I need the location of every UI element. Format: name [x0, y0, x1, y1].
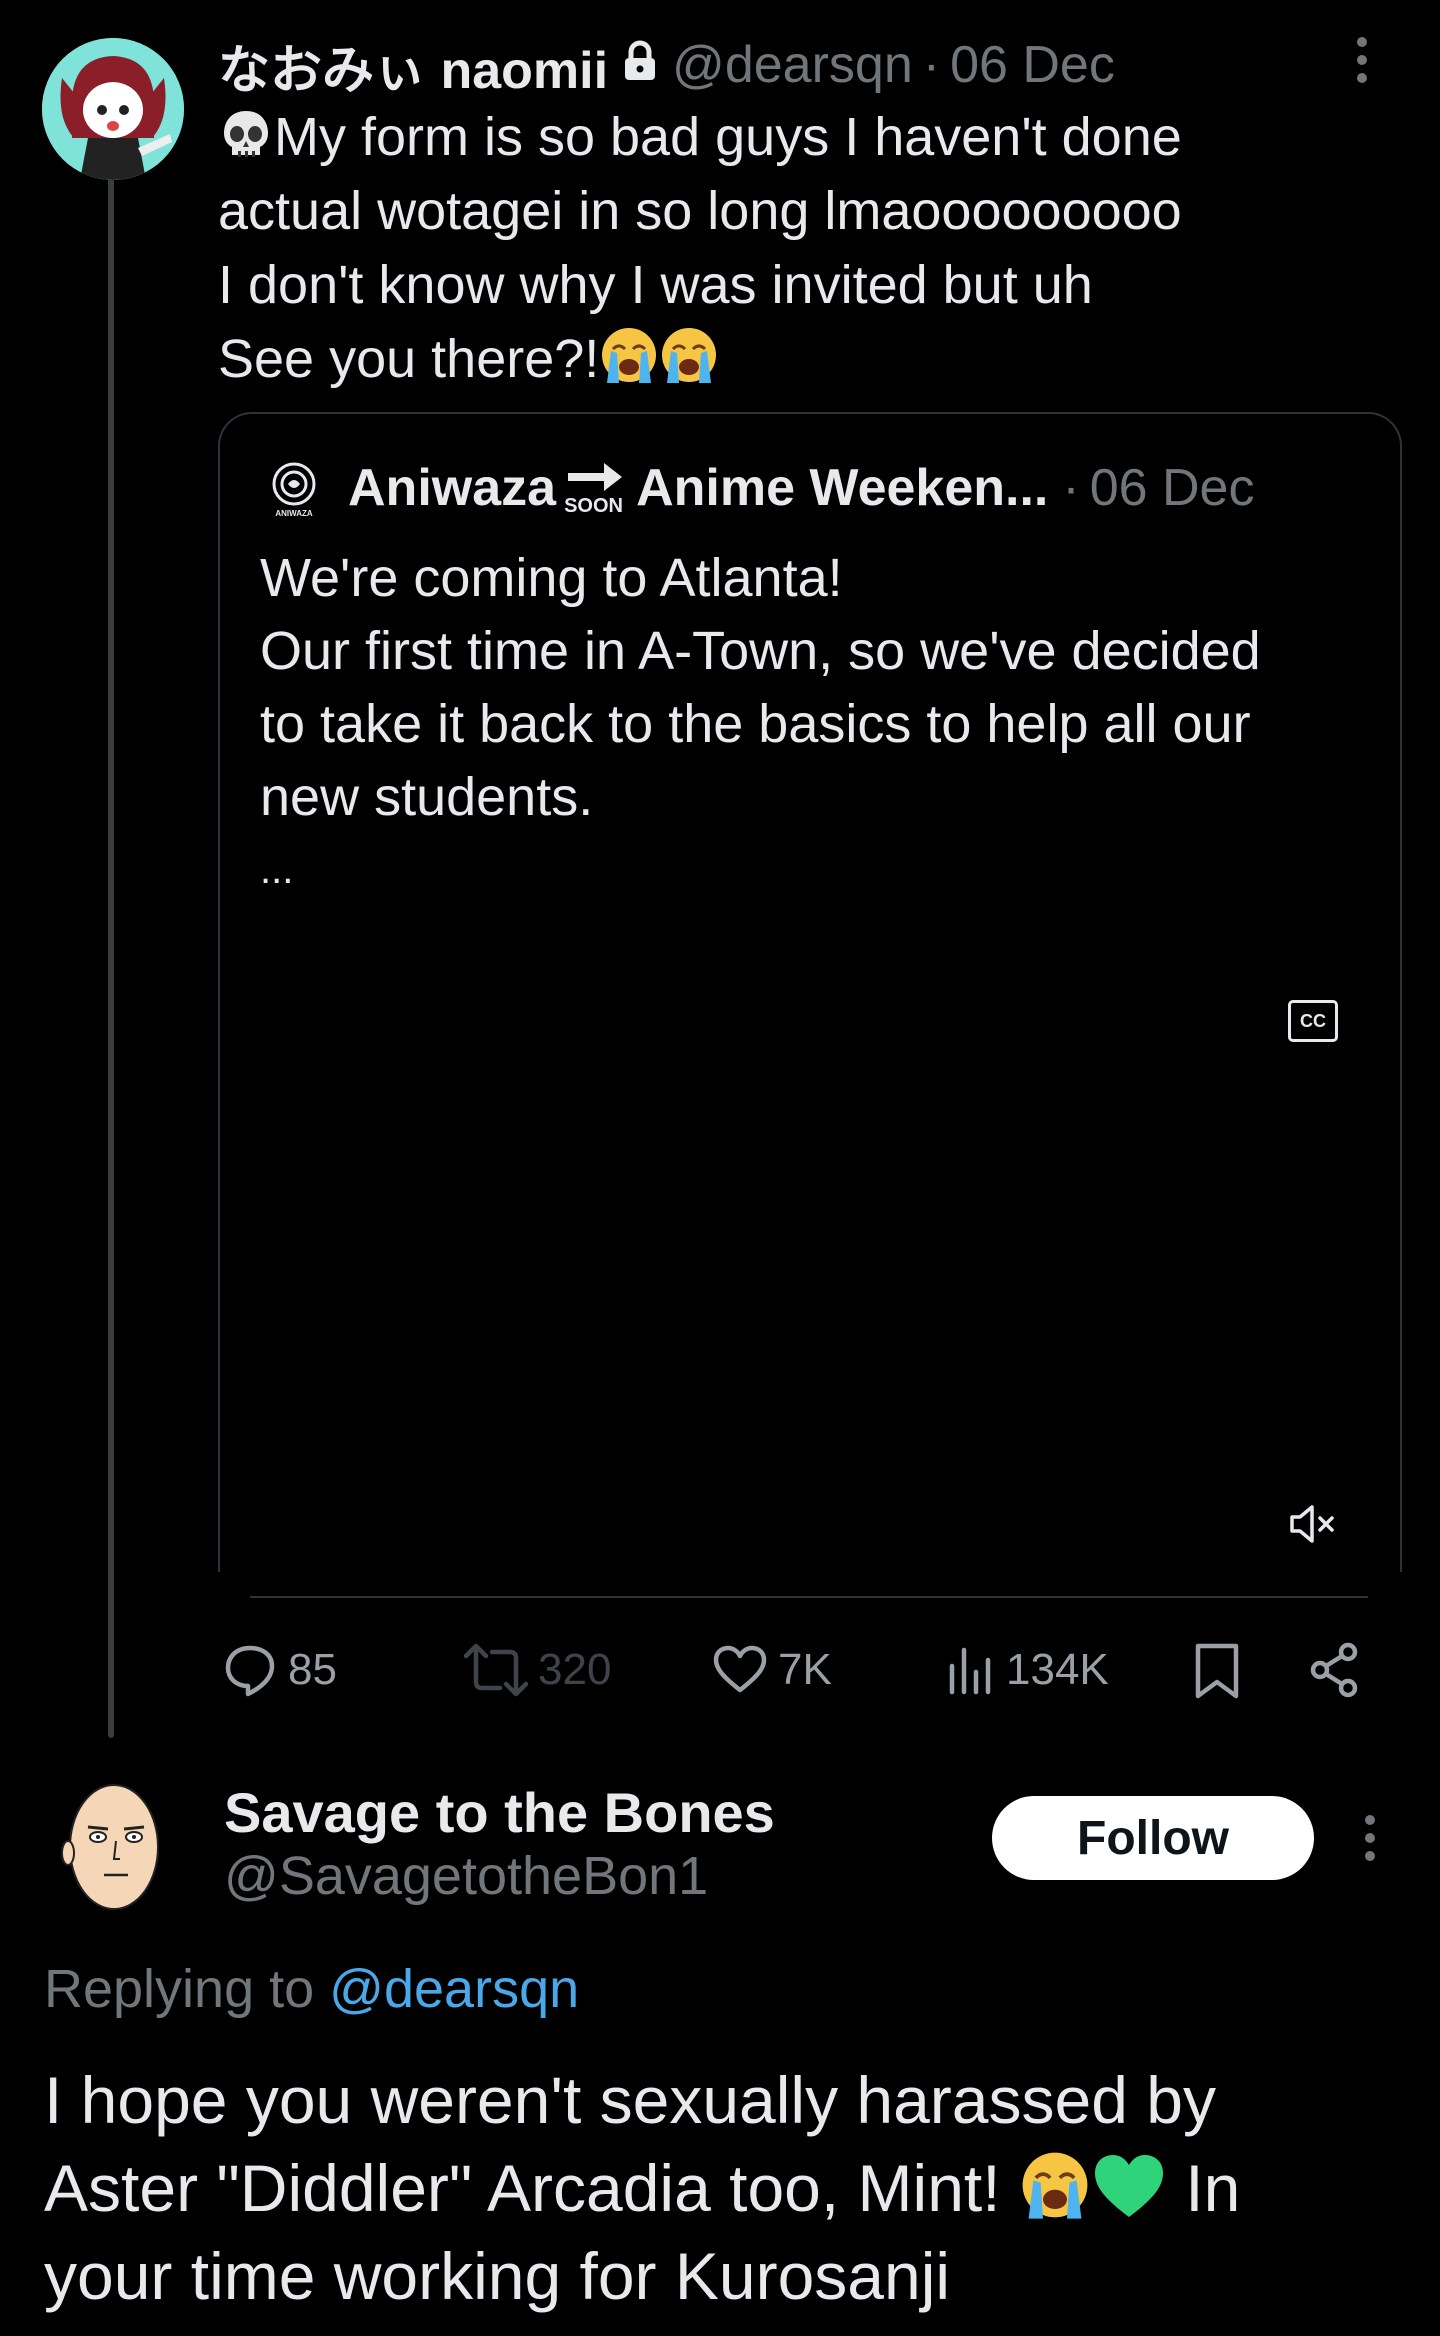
views-chart-icon: [949, 1647, 991, 1695]
quoted-text-line-1: We're coming to Atlanta!: [260, 548, 843, 608]
bookmark-icon: [1195, 1643, 1239, 1699]
follow-button[interactable]: Follow: [992, 1796, 1314, 1880]
reply-text-line-2: Aster "Diddler" Arcadia too, Mint! In: [44, 2144, 1414, 2232]
quoted-author-name-part1[interactable]: Aniwaza: [348, 458, 556, 518]
reply-button[interactable]: 85: [222, 1642, 337, 1698]
replying-to-prefix: Replying to: [44, 1959, 330, 2019]
loudly-crying-emoji-icon: [662, 328, 717, 383]
tweet-text-line-1-text: My form is so bad guys I haven't done: [274, 107, 1182, 167]
reply-text-line-1: I hope you weren't sexually harassed by: [44, 2063, 1216, 2137]
tweet-text-line-4-text: See you there?!: [218, 329, 600, 389]
reply-count: 85: [288, 1645, 337, 1694]
quoted-tweet-text: We're coming to Atlanta! Our first time …: [260, 542, 1370, 907]
closed-captions-button[interactable]: CC: [1288, 1000, 1338, 1042]
share-button[interactable]: [1308, 1642, 1372, 1698]
unmute-video-icon[interactable]: [1288, 1502, 1340, 1551]
quoted-text-line-2: Our first time in A-Town, so we've decid…: [260, 621, 1261, 681]
reply-tweet-text: I hope you weren't sexually harassed by …: [44, 2056, 1414, 2320]
author-avatar[interactable]: [42, 38, 184, 180]
protected-lock-icon: [622, 35, 658, 95]
retweet-button[interactable]: 320: [464, 1642, 611, 1698]
like-count: 7K: [778, 1645, 832, 1694]
heart-icon: [713, 1645, 767, 1693]
view-count: 134K: [1006, 1645, 1109, 1694]
aniwaza-logo-text: ANIWAZA: [275, 509, 313, 518]
reply-author-handle[interactable]: @SavagetotheBon1: [224, 1845, 708, 1907]
quoted-author-name-part2[interactable]: Anime Weeken...: [636, 458, 1048, 518]
tweet-text-line-4: See you there?!: [218, 322, 1348, 396]
tweet-action-bar: 85 320 7K 134K: [0, 1636, 1440, 1708]
quoted-tweet-date[interactable]: 06 Dec: [1090, 458, 1255, 518]
retweet-icon: [464, 1643, 528, 1697]
quoted-tweet-card[interactable]: ANIWAZA Aniwaza SOON Anime Weeken... · 0…: [218, 412, 1402, 1572]
tweet-header: なおみぃ naomii @dearsqn · 06 Dec: [218, 30, 1115, 100]
bookmark-button[interactable]: [1194, 1642, 1250, 1700]
loudly-crying-emoji-icon: [1022, 2152, 1088, 2219]
soon-badge-text: SOON: [564, 495, 623, 517]
author-avatar-illustration: [42, 38, 184, 180]
reply-text-line-2-a: Aster "Diddler" Arcadia too, Mint!: [44, 2151, 1019, 2225]
reply-more-options-icon[interactable]: [1364, 1814, 1376, 1869]
author-handle[interactable]: @dearsqn: [672, 35, 913, 95]
author-display-name[interactable]: なおみぃ naomii: [218, 28, 608, 103]
quoted-text-line-3: to take it back to the basics to help al…: [260, 694, 1251, 754]
tweet-text-line-1: My form is so bad guys I haven't done: [218, 100, 1348, 174]
views-button[interactable]: 134K: [946, 1642, 1109, 1698]
thread-connector-line: [108, 178, 114, 1738]
quoted-text-line-4: new students.: [260, 767, 594, 827]
tweet-text-line-3: I don't know why I was invited but uh: [218, 255, 1093, 315]
reply-icon: [225, 1645, 275, 1697]
tweet-text: My form is so bad guys I haven't done ac…: [218, 100, 1348, 396]
reply-avatar-illustration: [61, 1784, 159, 1910]
retweet-count: 320: [538, 1645, 612, 1694]
quoted-tweet-header: ANIWAZA Aniwaza SOON Anime Weeken... · 0…: [264, 452, 1254, 524]
action-bar-divider: [250, 1596, 1368, 1598]
reply-text-line-3: your time working for Kurosanji: [44, 2239, 951, 2313]
aniwaza-logo-icon: ANIWAZA: [264, 458, 324, 518]
like-button[interactable]: 7K: [712, 1642, 832, 1698]
replying-to-mention-link[interactable]: @dearsqn: [329, 1959, 579, 2019]
reply-author-display-name[interactable]: Savage to the Bones: [224, 1780, 775, 1845]
tweet-more-options-icon[interactable]: [1356, 36, 1368, 91]
share-icon: [1310, 1642, 1358, 1698]
quoted-header-separator: ·: [1062, 459, 1080, 517]
tweet-text-line-2: actual wotagei in so long lmaooooooooo: [218, 181, 1182, 241]
tweet-date[interactable]: 06 Dec: [950, 35, 1115, 95]
reply-author-avatar[interactable]: [52, 1775, 172, 1917]
header-separator: ·: [922, 36, 941, 94]
soon-arrow-emoji-icon: SOON: [564, 457, 628, 519]
quoted-text-ellipsis: ...: [260, 848, 294, 892]
green-heart-emoji-icon: [1094, 2155, 1163, 2217]
loudly-crying-emoji-icon: [602, 328, 657, 383]
replying-to-label: Replying to @dearsqn: [44, 1958, 579, 2020]
reply-text-line-2-b: In: [1166, 2151, 1241, 2225]
skull-emoji-icon: [224, 111, 268, 157]
